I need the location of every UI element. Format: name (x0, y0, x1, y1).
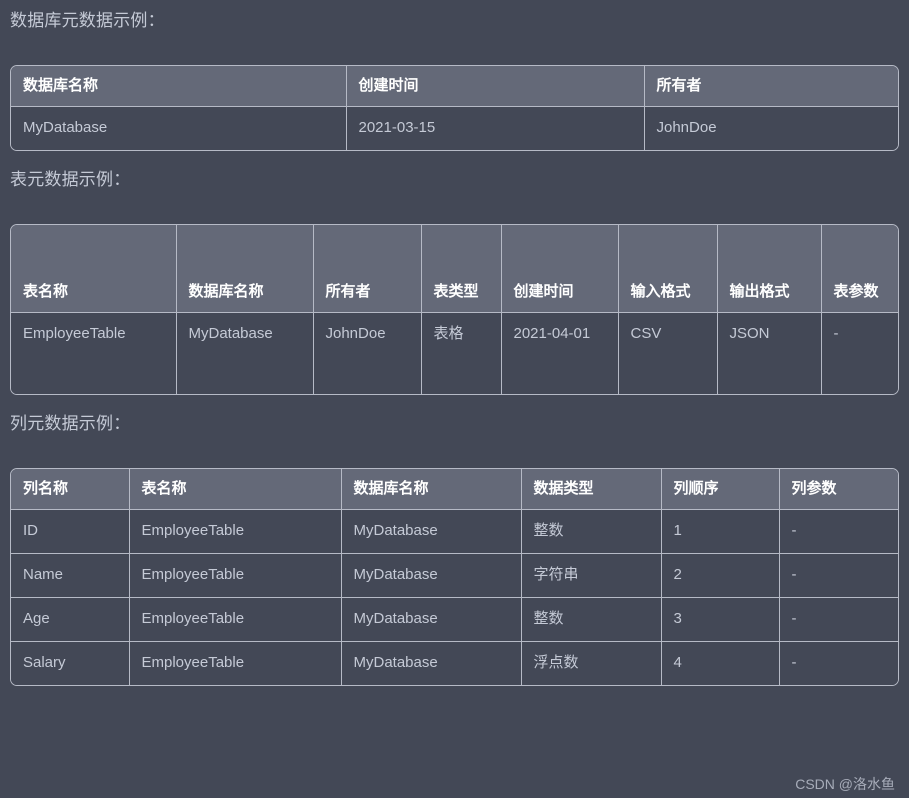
table-cell: Name (11, 553, 130, 598)
table-cell: 浮点数 (521, 641, 662, 685)
table-cell: JohnDoe (644, 106, 898, 150)
table-header-row: 表名称 数据库名称 所有者 表类型 创建时间 输入格式 输出格式 表参数 (11, 225, 898, 313)
column-header: 列顺序 (661, 469, 780, 510)
csdn-watermark: CSDN @洛水鱼 (795, 776, 895, 792)
table-cell: 整数 (521, 509, 662, 554)
table-cell: EmployeeTable (129, 553, 342, 598)
database-metadata-table: 数据库名称 创建时间 所有者 MyDatabase 2021-03-15 Joh… (11, 66, 898, 150)
column-header: 数据库名称 (341, 469, 522, 510)
table-cell: ID (11, 509, 130, 554)
column-header: 数据库名称 (176, 225, 314, 313)
table-cell: EmployeeTable (129, 509, 342, 554)
table-cell: 2 (661, 553, 780, 598)
table-cell: - (821, 312, 898, 394)
table-row: Name EmployeeTable MyDatabase 字符串 2 - (11, 553, 898, 598)
table-cell: MyDatabase (341, 641, 522, 685)
table-body: ID EmployeeTable MyDatabase 整数 1 - Name … (11, 509, 898, 685)
table-cell: - (779, 509, 898, 554)
table-cell: - (779, 553, 898, 598)
table-cell: MyDatabase (11, 106, 347, 150)
table-cell: - (779, 597, 898, 642)
column-metadata-table: 列名称 表名称 数据库名称 数据类型 列顺序 列参数 ID EmployeeTa… (11, 469, 898, 685)
table-row: MyDatabase 2021-03-15 JohnDoe (11, 106, 898, 150)
table-header: 列名称 表名称 数据库名称 数据类型 列顺序 列参数 (11, 469, 898, 510)
table-header-row: 列名称 表名称 数据库名称 数据类型 列顺序 列参数 (11, 469, 898, 510)
table-row: Salary EmployeeTable MyDatabase 浮点数 4 - (11, 641, 898, 685)
table-header: 数据库名称 创建时间 所有者 (11, 66, 898, 107)
column-header: 表参数 (821, 225, 898, 313)
table-cell: EmployeeTable (129, 641, 342, 685)
column-header: 创建时间 (346, 66, 645, 107)
table-row: Age EmployeeTable MyDatabase 整数 3 - (11, 597, 898, 642)
column-header: 列参数 (779, 469, 898, 510)
table-body: EmployeeTable MyDatabase JohnDoe 表格 2021… (11, 312, 898, 394)
column-header: 列名称 (11, 469, 130, 510)
column-header: 表名称 (11, 225, 177, 313)
table-body: MyDatabase 2021-03-15 JohnDoe (11, 106, 898, 150)
table-cell: 整数 (521, 597, 662, 642)
column-header: 数据类型 (521, 469, 662, 510)
table-metadata-table: 表名称 数据库名称 所有者 表类型 创建时间 输入格式 输出格式 表参数 Emp… (11, 225, 898, 394)
table-cell: MyDatabase (341, 553, 522, 598)
table-cell: MyDatabase (341, 597, 522, 642)
column-metadata-table-container: 列名称 表名称 数据库名称 数据类型 列顺序 列参数 ID EmployeeTa… (10, 468, 899, 686)
table-cell: MyDatabase (176, 312, 314, 394)
column-header: 表名称 (129, 469, 342, 510)
table-cell: Age (11, 597, 130, 642)
table-cell: 表格 (421, 312, 502, 394)
table-cell: 2021-03-15 (346, 106, 645, 150)
column-header: 表类型 (421, 225, 502, 313)
column-header: 所有者 (644, 66, 898, 107)
table-cell: 字符串 (521, 553, 662, 598)
page-content: 数据库元数据示例： 数据库名称 创建时间 所有者 MyDatabase 2021… (0, 0, 909, 686)
table-row: ID EmployeeTable MyDatabase 整数 1 - (11, 509, 898, 554)
table-cell: JSON (717, 312, 822, 394)
table-cell: 2021-04-01 (501, 312, 619, 394)
table-cell: MyDatabase (341, 509, 522, 554)
column-header: 数据库名称 (11, 66, 347, 107)
table-cell: - (779, 641, 898, 685)
table-cell: CSV (618, 312, 718, 394)
table-cell: 4 (661, 641, 780, 685)
table-cell: EmployeeTable (11, 312, 177, 394)
column-header: 所有者 (313, 225, 422, 313)
section-title-column-metadata: 列元数据示例： (10, 414, 131, 433)
table-cell: Salary (11, 641, 130, 685)
table-cell: JohnDoe (313, 312, 422, 394)
table-cell: 3 (661, 597, 780, 642)
database-metadata-table-container: 数据库名称 创建时间 所有者 MyDatabase 2021-03-15 Joh… (10, 65, 899, 151)
section-title-table-metadata: 表元数据示例： (10, 170, 131, 189)
column-header: 创建时间 (501, 225, 619, 313)
column-header: 输出格式 (717, 225, 822, 313)
table-metadata-table-container: 表名称 数据库名称 所有者 表类型 创建时间 输入格式 输出格式 表参数 Emp… (10, 224, 899, 395)
table-cell: 1 (661, 509, 780, 554)
table-header-row: 数据库名称 创建时间 所有者 (11, 66, 898, 107)
column-header: 输入格式 (618, 225, 718, 313)
section-title-database-metadata: 数据库元数据示例： (10, 11, 165, 30)
table-cell: EmployeeTable (129, 597, 342, 642)
table-header: 表名称 数据库名称 所有者 表类型 创建时间 输入格式 输出格式 表参数 (11, 225, 898, 313)
table-row: EmployeeTable MyDatabase JohnDoe 表格 2021… (11, 312, 898, 394)
